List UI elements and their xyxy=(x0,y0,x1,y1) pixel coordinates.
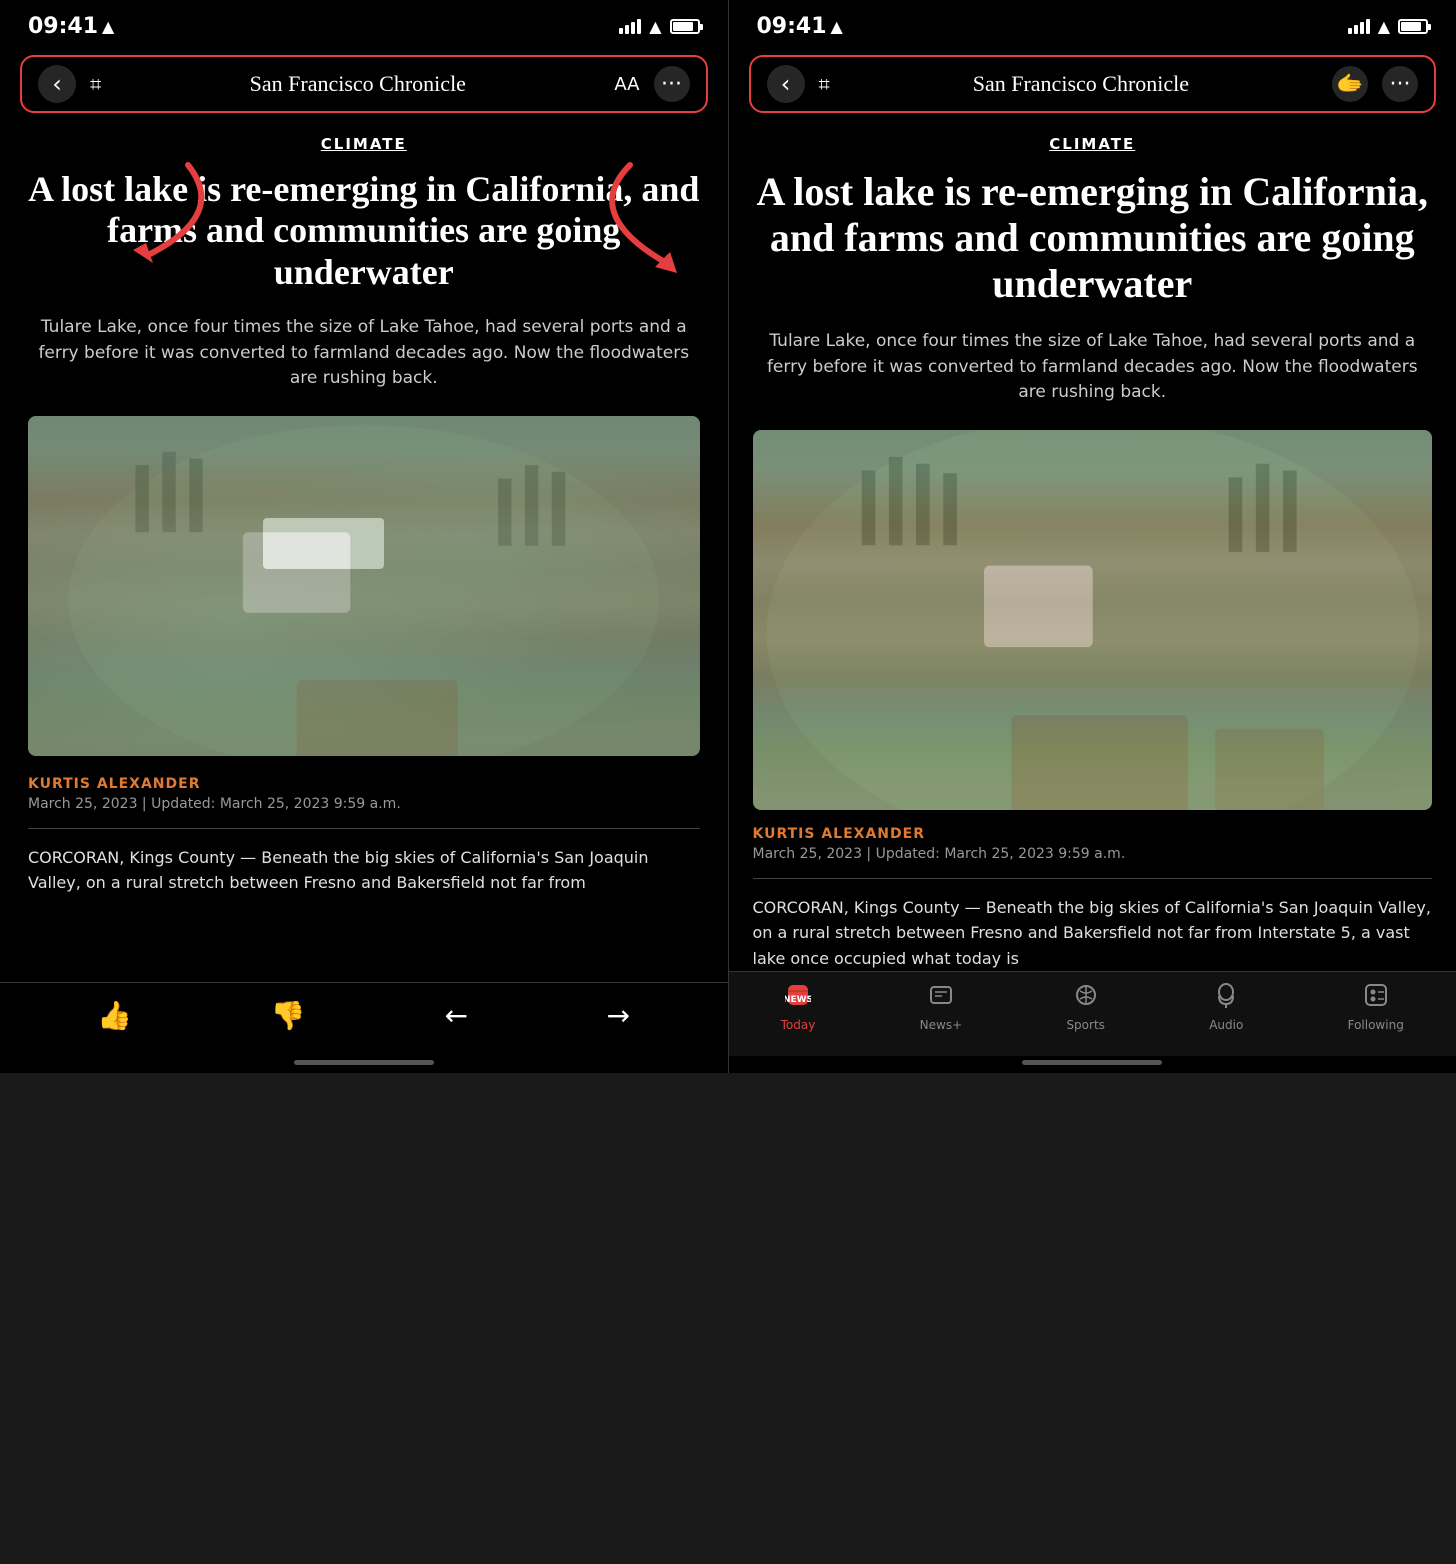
status-bar-left: 09:41 ▲ ▲ xyxy=(0,0,728,47)
bottom-toolbar-left: 👍 👎 ← → xyxy=(0,982,728,1056)
wifi-icon-right: ▲ xyxy=(1378,17,1390,36)
tab-following[interactable]: Following xyxy=(1348,982,1404,1032)
newspaper-title-right: San Francisco Chronicle xyxy=(844,71,1318,97)
newsplus-icon xyxy=(928,982,954,1014)
author-left: KURTIS ALEXANDER xyxy=(28,776,700,792)
back-arrow-left[interactable]: ← xyxy=(445,999,468,1032)
signal-bars-left xyxy=(619,19,641,34)
signal-bars-right xyxy=(1348,19,1370,34)
article-content-right: CLIMATE A lost lake is re-emerging in Ca… xyxy=(729,125,1456,971)
tab-following-label: Following xyxy=(1348,1018,1404,1032)
flood-image-left xyxy=(28,416,700,756)
tab-audio[interactable]: Audio xyxy=(1209,982,1243,1032)
tab-newsplus-label: News+ xyxy=(920,1018,962,1032)
tab-audio-label: Audio xyxy=(1209,1018,1243,1032)
headline-left: A lost lake is re-emerging in California… xyxy=(28,169,700,293)
forward-arrow-left[interactable]: → xyxy=(607,999,630,1032)
right-phone: 09:41 ▲ ▲ ‹ ⌗ San Francis xyxy=(729,0,1456,1073)
svg-text:NEWS: NEWS xyxy=(785,995,811,1005)
left-phone: 09:41 ▲ ▲ ‹ ⌗ San Francis xyxy=(0,0,729,1073)
following-icon xyxy=(1363,982,1389,1014)
back-button-right[interactable]: ‹ xyxy=(767,65,805,103)
home-indicator-left xyxy=(0,1056,728,1073)
tab-bar-right: NEWS Today News+ xyxy=(729,971,1456,1056)
body-left: CORCORAN, Kings County — Beneath the big… xyxy=(28,845,700,896)
location-icon-right: ▲ xyxy=(831,17,843,36)
headline-right: A lost lake is re-emerging in California… xyxy=(753,169,1433,307)
subtitle-left: Tulare Lake, once four times the size of… xyxy=(28,315,700,392)
nav-bar-container-left: ‹ ⌗ San Francisco Chronicle AA ··· xyxy=(20,55,708,113)
time-left: 09:41 xyxy=(28,14,98,39)
wifi-icon-left: ▲ xyxy=(649,17,661,36)
body-right: CORCORAN, Kings County — Beneath the big… xyxy=(753,895,1433,972)
tab-today[interactable]: NEWS Today xyxy=(781,982,816,1032)
battery-left xyxy=(670,19,700,34)
back-button-left[interactable]: ‹ xyxy=(38,65,76,103)
more-button-right[interactable]: ··· xyxy=(1382,66,1418,102)
author-right: KURTIS ALEXANDER xyxy=(753,826,1433,842)
sports-icon xyxy=(1073,982,1099,1014)
aa-button-left[interactable]: AA xyxy=(614,74,639,95)
nav-bar-container-right: ‹ ⌗ San Francisco Chronicle 🫱 ··· xyxy=(749,55,1437,113)
tab-newsplus[interactable]: News+ xyxy=(920,982,962,1032)
nav-bar-right: ‹ ⌗ San Francisco Chronicle 🫱 ··· xyxy=(729,47,1456,125)
article-content-left: CLIMATE A lost lake is re-emerging in Ca… xyxy=(0,125,728,982)
bookmark-button-left[interactable]: ⌗ xyxy=(90,72,101,96)
divider-left xyxy=(28,828,700,829)
date-left: March 25, 2023 | Updated: March 25, 2023… xyxy=(28,796,700,812)
date-right: March 25, 2023 | Updated: March 25, 2023… xyxy=(753,846,1433,862)
flood-image-right xyxy=(753,430,1433,810)
thumbdown-button-left[interactable]: 👎 xyxy=(271,999,306,1032)
location-icon-left: ▲ xyxy=(102,17,114,36)
tab-sports-label: Sports xyxy=(1066,1018,1104,1032)
audio-icon xyxy=(1213,982,1239,1014)
nav-bar-left: ‹ ⌗ San Francisco Chronicle AA ··· xyxy=(0,47,728,125)
divider-right xyxy=(753,878,1433,879)
subtitle-right: Tulare Lake, once four times the size of… xyxy=(753,329,1433,406)
bookmark-button-right[interactable]: ⌗ xyxy=(819,72,830,96)
category-left: CLIMATE xyxy=(28,135,700,153)
time-right: 09:41 xyxy=(757,14,827,39)
more-button-left[interactable]: ··· xyxy=(654,66,690,102)
category-right: CLIMATE xyxy=(753,135,1433,153)
battery-right xyxy=(1398,19,1428,34)
status-bar-right: 09:41 ▲ ▲ xyxy=(729,0,1456,47)
home-indicator-right xyxy=(729,1056,1456,1073)
today-icon: NEWS xyxy=(785,982,811,1014)
tab-today-label: Today xyxy=(781,1018,816,1032)
tab-sports[interactable]: Sports xyxy=(1066,982,1104,1032)
newspaper-title-left: San Francisco Chronicle xyxy=(115,71,600,97)
face-button-right[interactable]: 🫱 xyxy=(1332,66,1368,102)
thumbup-button-left[interactable]: 👍 xyxy=(97,999,132,1032)
